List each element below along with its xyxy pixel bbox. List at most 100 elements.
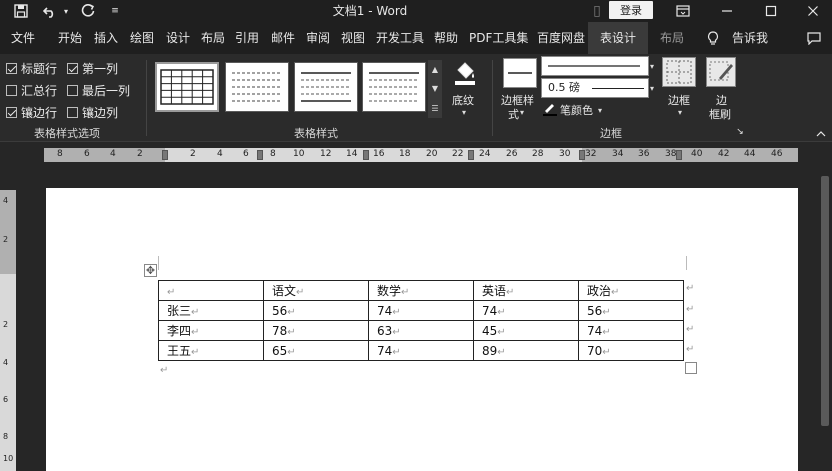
tab-table-layout[interactable]: 布局 <box>660 22 684 54</box>
table-style-plain-1[interactable] <box>225 62 289 112</box>
ruler-number: 8 <box>270 149 276 159</box>
table-cell[interactable]: 王五↵ <box>158 340 264 361</box>
tab-help[interactable]: 帮助 <box>434 22 458 54</box>
pen-color-icon[interactable] <box>541 102 559 116</box>
tab-insert[interactable]: 插入 <box>94 22 118 54</box>
collapse-ribbon-icon[interactable] <box>814 126 828 140</box>
column-marker[interactable] <box>162 150 168 160</box>
shading-label[interactable]: 底纹 <box>452 92 474 108</box>
table-cell[interactable]: 语文↵ <box>263 280 369 301</box>
tell-me-search[interactable]: 告诉我 <box>732 22 768 54</box>
table-move-handle-icon[interactable]: ✥ <box>144 264 157 277</box>
border-styles-icon[interactable] <box>503 58 537 88</box>
table-cell[interactable]: ↵ <box>158 280 264 301</box>
scrollbar-thumb[interactable] <box>821 176 829 426</box>
tab-baidu-netdisk[interactable]: 百度网盘 <box>537 22 585 54</box>
line-style-dropdown-icon[interactable]: ▾ <box>650 62 654 71</box>
tab-review[interactable]: 审阅 <box>306 22 330 54</box>
table-cell[interactable]: 74↵ <box>473 300 579 321</box>
gallery-scroll[interactable]: ▲ ▼ ☰ <box>428 60 442 118</box>
table-cell[interactable]: 英语↵ <box>473 280 579 301</box>
banded-columns-checkbox[interactable]: 镶边列 <box>67 104 118 121</box>
row-end-mark: ↵ <box>686 344 695 355</box>
table-style-plain-2[interactable] <box>294 62 358 112</box>
table-cell[interactable]: 78↵ <box>263 320 369 341</box>
border-styles-label-2[interactable]: 式 <box>508 106 519 122</box>
tab-table-design[interactable]: 表设计 <box>588 22 649 54</box>
tab-pdf-tools[interactable]: PDF工具集 <box>469 22 528 54</box>
column-marker[interactable] <box>257 150 263 160</box>
last-column-label: 最后一列 <box>82 84 131 98</box>
border-styles-dropdown-icon[interactable]: ▾ <box>520 108 524 117</box>
dialog-launcher-icon[interactable]: ↘ <box>734 126 746 138</box>
vruler-number: 4 <box>3 196 9 205</box>
banded-rows-checkbox[interactable]: 镶边行 <box>6 104 57 121</box>
tab-design[interactable]: 设计 <box>166 22 190 54</box>
borders-dropdown-icon[interactable]: ▾ <box>678 108 682 117</box>
table-cell[interactable]: 70↵ <box>578 340 684 361</box>
column-marker[interactable] <box>468 150 474 160</box>
borders-icon[interactable] <box>662 57 696 87</box>
ruler-number: 42 <box>718 149 730 159</box>
table-cell[interactable]: 63↵ <box>368 320 474 341</box>
tab-home[interactable]: 开始 <box>58 22 82 54</box>
table-cell[interactable]: 李四↵ <box>158 320 264 341</box>
tab-mailings[interactable]: 邮件 <box>271 22 295 54</box>
ruler-number: 46 <box>771 149 783 159</box>
border-painter-label-2[interactable]: 框刷 <box>709 106 731 122</box>
comment-icon[interactable] <box>804 22 824 54</box>
margin-corner <box>686 256 687 270</box>
table-cell[interactable]: 数学↵ <box>368 280 474 301</box>
border-painter-icon[interactable] <box>706 57 736 87</box>
tab-references[interactable]: 引用 <box>235 22 259 54</box>
tab-file[interactable]: 文件 <box>11 22 35 54</box>
last-column-checkbox[interactable]: 最后一列 <box>67 82 130 99</box>
tab-developer[interactable]: 开发工具 <box>376 22 424 54</box>
table-cell[interactable]: 56↵ <box>263 300 369 321</box>
gallery-more-icon[interactable]: ☰ <box>431 104 438 113</box>
login-button[interactable]: 登录 <box>609 1 653 19</box>
pen-color-dropdown-icon[interactable]: ▾ <box>598 106 602 115</box>
close-icon[interactable] <box>800 0 826 22</box>
tab-layout[interactable]: 布局 <box>201 22 225 54</box>
pen-color-label[interactable]: 笔颜色 <box>560 102 593 118</box>
ribbon-display-icon[interactable] <box>670 0 696 22</box>
table-cell[interactable]: 74↵ <box>368 300 474 321</box>
table-cell[interactable]: 65↵ <box>263 340 369 361</box>
table-cell[interactable]: 张三↵ <box>158 300 264 321</box>
borders-label[interactable]: 边框 <box>668 92 690 108</box>
header-row-checkbox[interactable]: 标题行 <box>6 60 57 77</box>
cell-mark: ↵ <box>602 346 611 358</box>
scroll-up-icon[interactable]: ▲ <box>432 65 438 74</box>
table-cell[interactable]: 74↵ <box>578 320 684 341</box>
table-style-plain-3[interactable] <box>362 62 426 112</box>
table-cell[interactable]: 政治↵ <box>578 280 684 301</box>
column-marker[interactable] <box>676 150 682 160</box>
vertical-scrollbar[interactable] <box>818 170 832 471</box>
line-weight-preview <box>592 88 644 89</box>
table-cell[interactable]: 89↵ <box>473 340 579 361</box>
first-column-checkbox[interactable]: 第一列 <box>67 60 118 77</box>
data-table[interactable]: ↵ 语文↵ 数学↵ 英语↵ 政治↵ 张三↵ 56↵ 74↵ 74↵ 56↵ 李四… <box>158 280 684 361</box>
line-weight-dropdown-icon[interactable]: ▾ <box>650 84 654 93</box>
line-weight-select[interactable]: 0.5 磅 <box>541 78 649 98</box>
vertical-ruler[interactable]: 4 2 2 4 6 8 10 <box>0 190 16 471</box>
table-resize-handle[interactable] <box>685 362 697 374</box>
maximize-icon[interactable] <box>758 0 784 22</box>
paint-bucket-icon[interactable] <box>448 58 482 88</box>
scroll-down-icon[interactable]: ▼ <box>432 84 438 93</box>
table-cell[interactable]: 74↵ <box>368 340 474 361</box>
line-weight-value: 0.5 磅 <box>548 81 580 94</box>
tab-view[interactable]: 视图 <box>341 22 365 54</box>
tab-draw[interactable]: 绘图 <box>130 22 154 54</box>
shading-dropdown-icon[interactable]: ▾ <box>462 108 466 117</box>
line-style-select[interactable] <box>541 56 649 76</box>
horizontal-ruler[interactable]: 8 6 4 2 2 4 6 8 10 12 14 16 18 20 22 24 … <box>44 148 798 162</box>
table-style-grid[interactable] <box>155 62 219 112</box>
total-row-checkbox[interactable]: 汇总行 <box>6 82 57 99</box>
column-marker[interactable] <box>579 150 585 160</box>
column-marker[interactable] <box>363 150 369 160</box>
minimize-icon[interactable] <box>714 0 740 22</box>
table-cell[interactable]: 56↵ <box>578 300 684 321</box>
table-cell[interactable]: 45↵ <box>473 320 579 341</box>
